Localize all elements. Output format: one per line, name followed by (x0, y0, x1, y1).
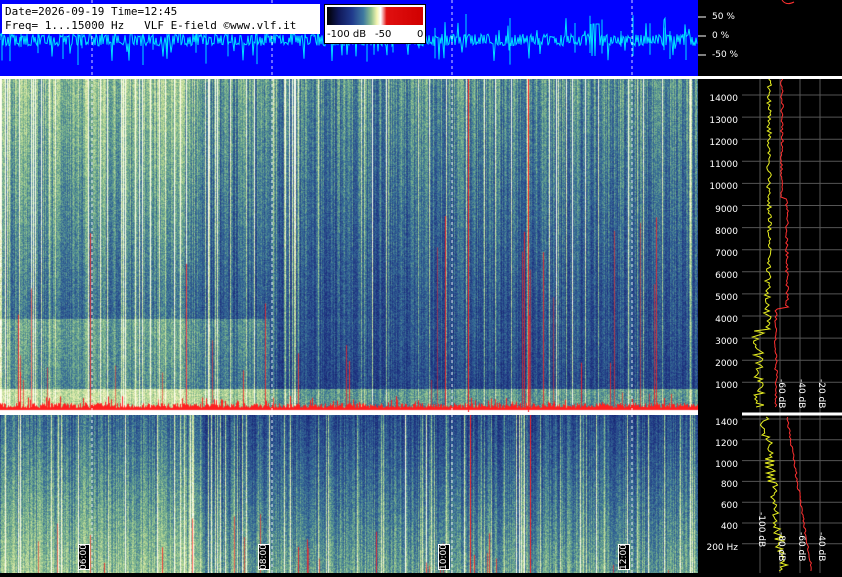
freq-label-upper: 6000 (715, 270, 738, 281)
freq-label-upper: 2000 (715, 359, 738, 370)
freq-label-upper: 3000 (715, 337, 738, 348)
freq-label-upper: 12000 (709, 138, 738, 149)
freq-label-lower: 200 Hz (706, 542, 738, 553)
freq-label-lower: 1000 (715, 459, 738, 470)
freq-label-upper: 11000 (709, 160, 738, 171)
spectrum-profile-plot (742, 78, 842, 573)
profile-db-lower-3: -60 dB (796, 532, 806, 562)
freq-label-upper: 7000 (715, 248, 738, 259)
freq-label-upper: 10000 (709, 182, 738, 193)
freq-label-lower: 1200 (715, 438, 738, 449)
freq-label-upper: 4000 (715, 315, 738, 325)
profile-db-lower-1: -100 dB (756, 512, 766, 548)
profile-db-upper-2: -40 dB (796, 379, 806, 409)
pct-ticks (698, 0, 795, 56)
time-gridlines (0, 0, 698, 573)
freq-label-upper: 5000 (715, 292, 738, 303)
spectrum-profile-panel: -60 dB -40 dB -20 dB -100 dB -80 dB -60 … (742, 78, 842, 573)
frequency-axis: 14000 13000 12000 11000 10000 9000 8000 7000 600… (698, 79, 742, 573)
profile-db-upper-1: -60 dB (776, 379, 786, 409)
time-marker-1200: 12:00 (618, 544, 630, 570)
freq-label-upper: 1000 (715, 381, 738, 392)
time-marker-0800: 08:00 (258, 544, 270, 570)
profile-db-lower-4: -40 dB (816, 532, 826, 562)
freq-label-upper: 8000 (715, 226, 738, 237)
freq-label-upper: 13000 (709, 116, 738, 127)
time-marker-1000: 10:00 (438, 544, 450, 570)
time-marker-0600: 06:00 (78, 544, 90, 570)
profile-trace-yellow-upper (750, 78, 773, 408)
freq-label-lower: 400 (720, 522, 738, 532)
freq-label-upper: 14000 (709, 94, 738, 104)
profile-db-lower-2: -80 dB (776, 532, 786, 562)
freq-label-lower: 1400 (715, 418, 738, 428)
profile-db-upper-3: -20 dB (816, 379, 826, 409)
profile-trace-red-upper (774, 78, 790, 408)
percent-scale: 50 % 0 % -50 % (698, 0, 842, 76)
freq-label-lower: 800 (720, 480, 738, 491)
freq-label-lower: 600 (720, 501, 738, 512)
freq-label-upper: 9000 (715, 204, 738, 215)
